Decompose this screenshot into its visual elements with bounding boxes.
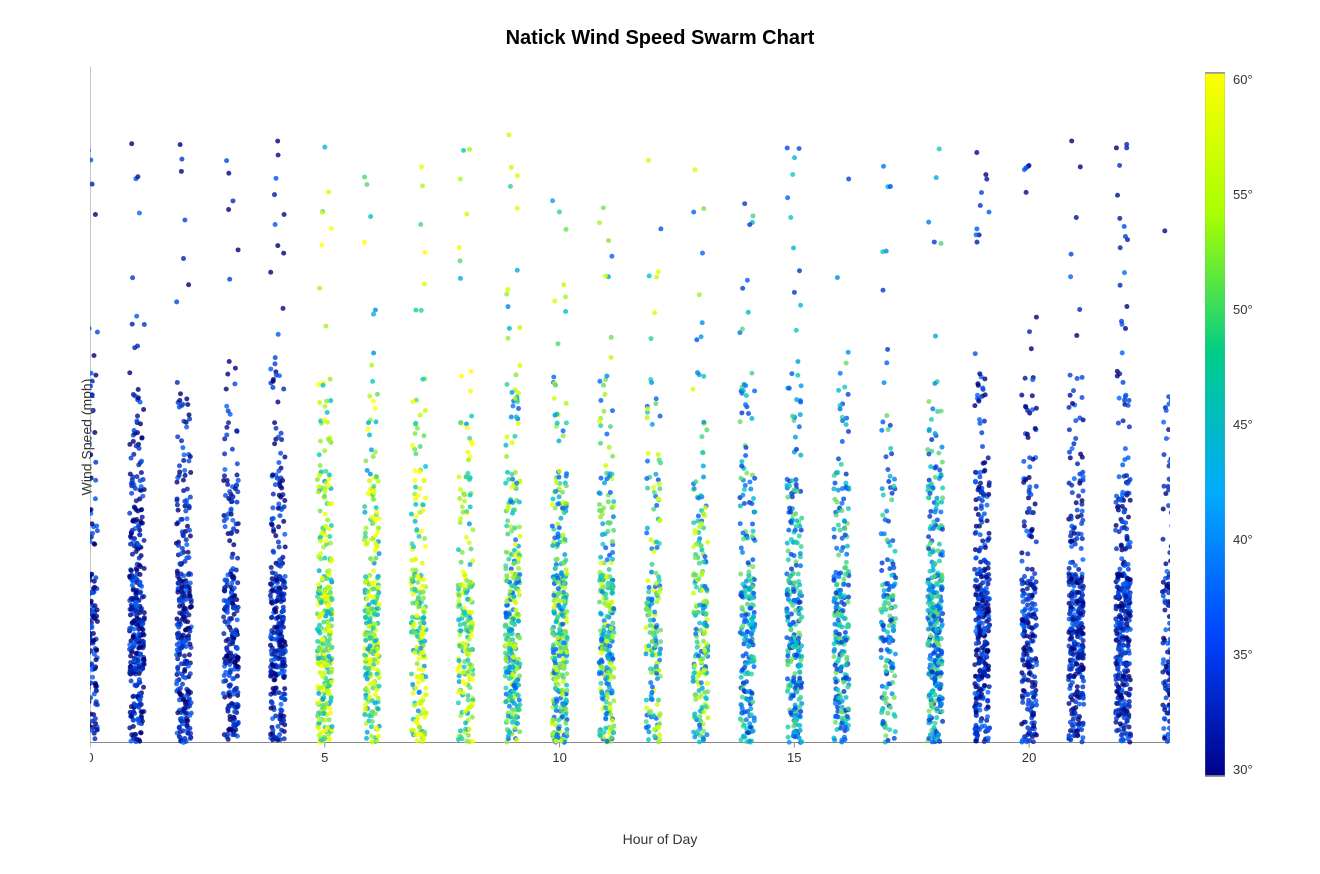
colorbar-svg <box>1205 72 1225 777</box>
svg-text:0: 0 <box>90 750 94 765</box>
chart-svg: 0 2 4 6 8 10 12 14 16 <box>90 67 1170 777</box>
chart-container: Natick Wind Speed Swarm Chart Wind Speed… <box>20 17 1300 857</box>
colorbar-tick-50: 50° <box>1233 302 1253 317</box>
colorbar-ticks: 60° 55° 50° 45° 40° 35° 30° <box>1229 72 1253 777</box>
chart-area: 0 2 4 6 8 10 12 14 16 <box>90 67 1170 777</box>
colorbar-wrapper: 60° 55° 50° 45° 40° 35° 30° <box>1205 72 1285 777</box>
colorbar-tick-60: 60° <box>1233 72 1253 87</box>
colorbar-tick-40: 40° <box>1233 532 1253 547</box>
svg-text:5: 5 <box>321 750 328 765</box>
colorbar-tick-35: 35° <box>1233 647 1253 662</box>
svg-text:10: 10 <box>552 750 566 765</box>
colorbar-tick-55: 55° <box>1233 187 1253 202</box>
svg-text:15: 15 <box>787 750 801 765</box>
colorbar-tick-30: 30° <box>1233 762 1253 777</box>
svg-text:20: 20 <box>1022 750 1036 765</box>
x-axis-label: Hour of Day <box>623 831 698 847</box>
chart-title: Natick Wind Speed Swarm Chart <box>20 17 1300 50</box>
colorbar-tick-45: 45° <box>1233 417 1253 432</box>
